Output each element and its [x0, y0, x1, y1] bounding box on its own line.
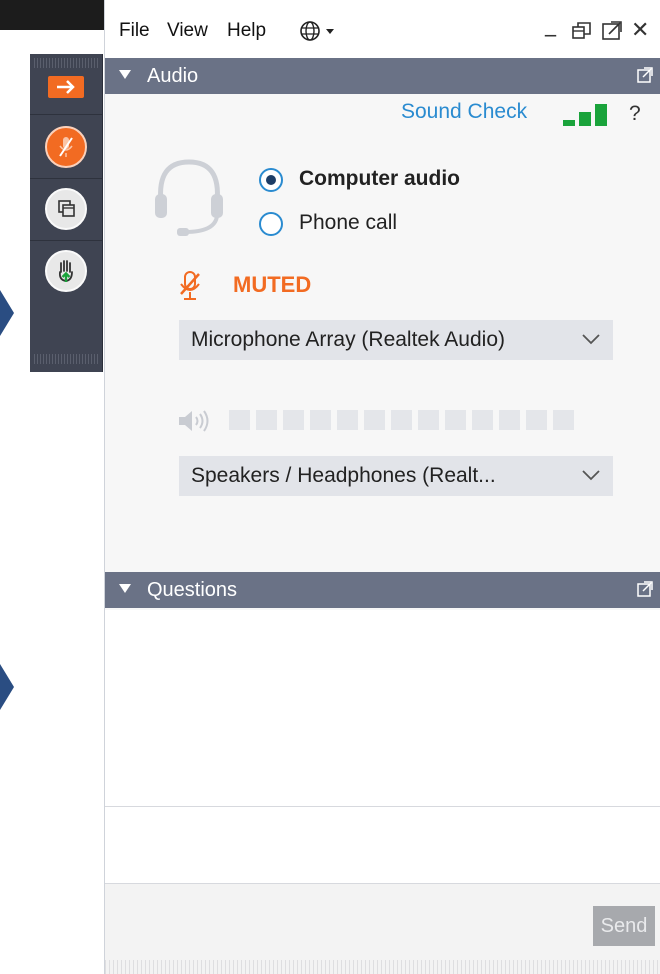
menu-help[interactable]: Help — [227, 20, 266, 42]
side-tab-arrow[interactable] — [0, 290, 14, 336]
menu-file[interactable]: File — [119, 20, 150, 42]
headset-icon — [155, 159, 223, 236]
level-segment — [256, 410, 277, 430]
control-toolbar — [30, 54, 103, 372]
speaker-volume-icon — [179, 410, 209, 432]
microphone-select[interactable]: Microphone Array (Realtek Audio) — [179, 320, 613, 360]
level-segment — [364, 410, 385, 430]
side-tab-arrow[interactable] — [0, 664, 14, 710]
computer-audio-label[interactable]: Computer audio — [299, 167, 460, 191]
questions-log — [105, 610, 660, 807]
chevron-down-icon — [582, 334, 600, 345]
level-segment — [310, 410, 331, 430]
background-window-titlebar — [0, 0, 104, 30]
phone-call-label[interactable]: Phone call — [299, 211, 397, 235]
level-segment — [526, 410, 547, 430]
microphone-muted-icon[interactable] — [177, 270, 203, 302]
globe-icon[interactable] — [299, 20, 341, 46]
level-segment — [445, 410, 466, 430]
resize-grip[interactable] — [105, 960, 660, 974]
speaker-level-meter — [229, 410, 574, 430]
audio-section-title: Audio — [147, 65, 199, 87]
level-segment — [418, 410, 439, 430]
close-button[interactable]: ✕ — [631, 18, 649, 43]
restore-icon[interactable] — [571, 20, 593, 46]
mute-status-label: MUTED — [233, 272, 312, 297]
toolbar-mute-button[interactable] — [30, 116, 102, 179]
popout-icon[interactable] — [637, 66, 653, 83]
microphone-select-value: Microphone Array (Realtek Audio) — [191, 328, 505, 351]
collapse-triangle-icon — [119, 584, 131, 593]
speaker-select[interactable]: Speakers / Headphones (Realt... — [179, 456, 613, 496]
microphone-muted-icon — [45, 126, 87, 168]
audio-section-header[interactable]: Audio — [105, 58, 660, 94]
toolbar-screen-button[interactable] — [30, 178, 102, 241]
level-segment — [283, 410, 304, 430]
arrow-right-icon — [48, 76, 84, 98]
collapse-triangle-icon — [119, 70, 131, 79]
popout-icon[interactable] — [601, 20, 623, 46]
phone-call-radio[interactable] — [259, 212, 283, 236]
speaker-select-value: Speakers / Headphones (Realt... — [191, 464, 496, 487]
audio-help-button[interactable]: ? — [629, 102, 641, 126]
signal-strength-icon — [563, 104, 607, 126]
level-segment — [391, 410, 412, 430]
popout-icon[interactable] — [637, 580, 653, 597]
computer-audio-radio[interactable] — [259, 168, 283, 192]
audio-panel: Sound Check ? Computer audio Phone call — [105, 94, 660, 572]
level-segment — [499, 410, 520, 430]
sound-check-link[interactable]: Sound Check — [401, 100, 527, 124]
minimize-button[interactable]: _ — [545, 12, 556, 37]
menu-view[interactable]: View — [167, 20, 208, 42]
level-segment — [472, 410, 493, 430]
level-segment — [553, 410, 574, 430]
chevron-down-icon — [582, 470, 600, 481]
screen-share-icon — [45, 188, 87, 230]
raise-hand-icon — [45, 250, 87, 292]
toolbar-grip-bottom[interactable] — [34, 354, 98, 364]
questions-section-header[interactable]: Questions — [105, 572, 660, 608]
toolbar-raise-hand-button[interactable] — [30, 240, 102, 302]
control-panel: File View Help _ ✕ Audio Sound Check ? C… — [104, 0, 660, 974]
question-input[interactable] — [105, 807, 660, 884]
level-segment — [229, 410, 250, 430]
questions-section-title: Questions — [147, 579, 238, 601]
menu-bar: File View Help _ ✕ — [105, 0, 660, 58]
toolbar-expand-button[interactable] — [30, 60, 102, 115]
level-segment — [337, 410, 358, 430]
send-button[interactable]: Send — [593, 906, 655, 946]
